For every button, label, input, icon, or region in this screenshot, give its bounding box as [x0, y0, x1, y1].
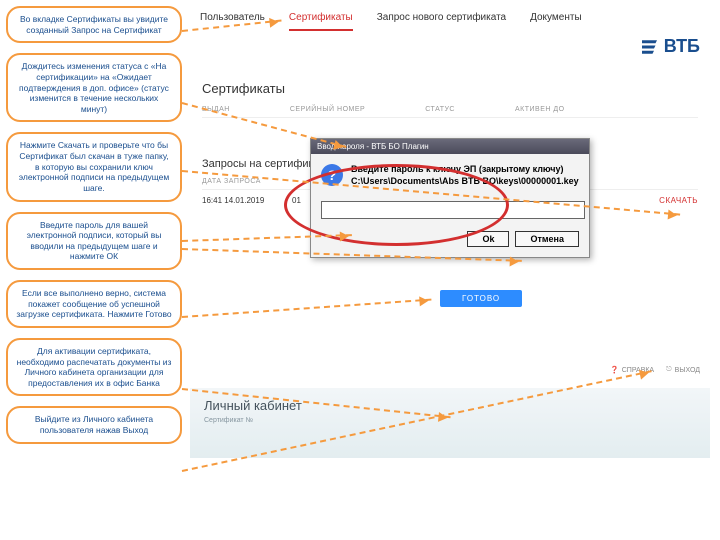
tab-bar: Пользователь Сертификаты Запрос нового с…	[190, 8, 710, 31]
cancel-button[interactable]: Отмена	[515, 231, 579, 247]
password-input[interactable]	[321, 201, 585, 219]
col-status: СТАТУС	[425, 106, 455, 113]
callout-2: Дождитесь изменения статуса с «На сертиф…	[6, 53, 182, 122]
dialog-msg-line1: Введите пароль к ключу ЭП (закрытому клю…	[351, 164, 579, 176]
callout-4: Введите пароль для вашей электронной под…	[6, 212, 182, 271]
lk-title: Личный кабинет	[204, 398, 696, 413]
col-serial: СЕРИЙНЫЙ НОМЕР	[290, 106, 365, 113]
callout-7: Выйдите из Личного кабинета пользователя…	[6, 406, 182, 443]
exit-link[interactable]: ⎋ВЫХОД	[666, 366, 700, 374]
request-timestamp: 16:41 14.01.2019	[202, 196, 292, 205]
tab-new-request[interactable]: Запрос нового сертификата	[377, 12, 506, 31]
dialog-title: Ввод пароля - ВТБ БО Плагин	[311, 139, 589, 154]
lk-topbar: ❓СПРАВКА ⎋ВЫХОД	[610, 366, 700, 374]
col-active: АКТИВЕН ДО	[515, 106, 565, 113]
callout-1: Во вкладке Сертификаты вы увидите создан…	[6, 6, 182, 43]
dialog-msg-line2: C:\Users\Documents\Abs BTB BO\keys\00000…	[351, 176, 579, 188]
certificates-header: ВЫДАН СЕРИЙНЫЙ НОМЕР СТАТУС АКТИВЕН ДО	[202, 102, 698, 118]
callout-5: Если все выполнено верно, система покаже…	[6, 280, 182, 328]
vtb-logo-text: ВТБ	[664, 36, 700, 57]
callout-6: Для активации сертификата, необходимо ра…	[6, 338, 182, 397]
help-icon: ❓	[610, 366, 619, 374]
certificates-title: Сертификаты	[202, 81, 698, 96]
tab-certificates[interactable]: Сертификаты	[289, 12, 353, 31]
callout-3: Нажмите Скачать и проверьте что бы Серти…	[6, 132, 182, 201]
tab-documents[interactable]: Документы	[530, 12, 582, 31]
exit-icon: ⎋	[666, 366, 672, 374]
download-link[interactable]: СКАЧАТЬ	[659, 196, 698, 205]
vtb-logo: ВТБ	[642, 36, 700, 57]
dialog-message: Введите пароль к ключу ЭП (закрытому клю…	[351, 164, 579, 187]
ok-button[interactable]: Ok	[467, 231, 509, 247]
ready-button[interactable]: ГОТОВО	[440, 290, 522, 307]
vtb-logo-icon	[642, 40, 660, 54]
callout-column: Во вкладке Сертификаты вы увидите создан…	[6, 6, 182, 444]
